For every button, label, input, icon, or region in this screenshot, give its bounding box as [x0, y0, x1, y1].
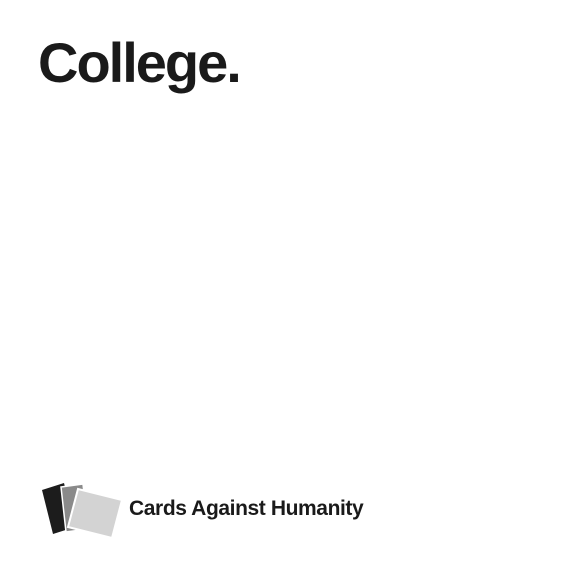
stacked-cards-icon [42, 483, 124, 538]
answer-card: College. Cards Against Humanity [0, 0, 573, 573]
brand-footer: Cards Against Humanity [40, 480, 364, 538]
card-text: College. [38, 31, 242, 94]
brand-name: Cards Against Humanity [129, 497, 364, 520]
